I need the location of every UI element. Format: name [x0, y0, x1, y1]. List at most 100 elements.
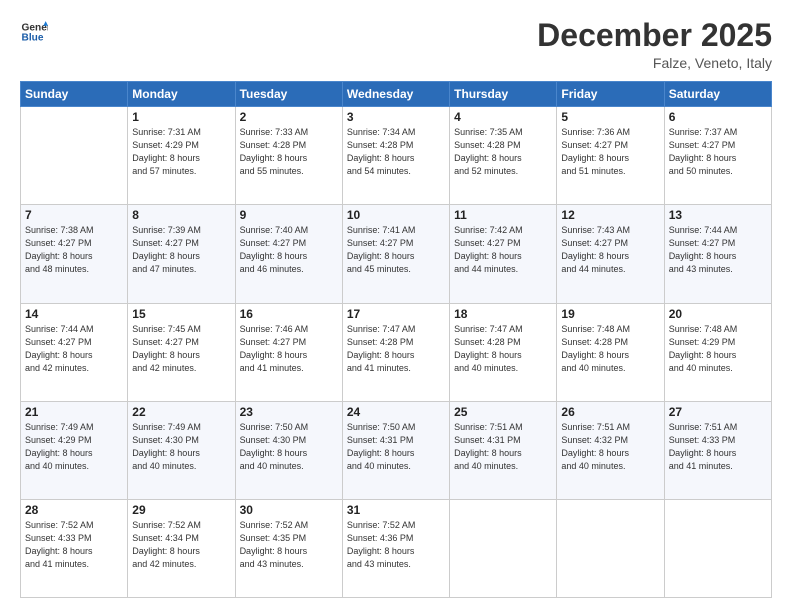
day-info: Sunrise: 7:51 AM Sunset: 4:32 PM Dayligh… [561, 421, 659, 473]
logo: General Blue [20, 18, 48, 46]
day-number: 16 [240, 307, 338, 321]
day-info: Sunrise: 7:38 AM Sunset: 4:27 PM Dayligh… [25, 224, 123, 276]
calendar-cell: 5 Sunrise: 7:36 AM Sunset: 4:27 PM Daylig… [557, 107, 664, 205]
day-number: 8 [132, 208, 230, 222]
calendar-cell: 28 Sunrise: 7:52 AM Sunset: 4:33 PM Dayli… [21, 499, 128, 597]
title-block: December 2025 Falze, Veneto, Italy [537, 18, 772, 71]
week-row-5: 28 Sunrise: 7:52 AM Sunset: 4:33 PM Dayli… [21, 499, 772, 597]
calendar-cell: 15 Sunrise: 7:45 AM Sunset: 4:27 PM Dayli… [128, 303, 235, 401]
day-info: Sunrise: 7:50 AM Sunset: 4:30 PM Dayligh… [240, 421, 338, 473]
day-info: Sunrise: 7:49 AM Sunset: 4:29 PM Dayligh… [25, 421, 123, 473]
day-info: Sunrise: 7:51 AM Sunset: 4:33 PM Dayligh… [669, 421, 767, 473]
day-number: 12 [561, 208, 659, 222]
day-number: 14 [25, 307, 123, 321]
day-number: 18 [454, 307, 552, 321]
calendar-cell: 14 Sunrise: 7:44 AM Sunset: 4:27 PM Dayli… [21, 303, 128, 401]
day-info: Sunrise: 7:50 AM Sunset: 4:31 PM Dayligh… [347, 421, 445, 473]
col-header-thursday: Thursday [450, 82, 557, 107]
day-number: 23 [240, 405, 338, 419]
day-info: Sunrise: 7:31 AM Sunset: 4:29 PM Dayligh… [132, 126, 230, 178]
calendar-cell: 12 Sunrise: 7:43 AM Sunset: 4:27 PM Dayli… [557, 205, 664, 303]
calendar-cell: 24 Sunrise: 7:50 AM Sunset: 4:31 PM Dayli… [342, 401, 449, 499]
day-number: 27 [669, 405, 767, 419]
calendar-cell: 19Sunrise: 7:48 AM Sunset: 4:28 PM Dayli… [557, 303, 664, 401]
col-header-saturday: Saturday [664, 82, 771, 107]
calendar-cell: 13 Sunrise: 7:44 AM Sunset: 4:27 PM Dayli… [664, 205, 771, 303]
calendar-cell [450, 499, 557, 597]
day-info: Sunrise: 7:52 AM Sunset: 4:34 PM Dayligh… [132, 519, 230, 571]
calendar-cell: 16 Sunrise: 7:46 AM Sunset: 4:27 PM Dayli… [235, 303, 342, 401]
calendar-cell: 2 Sunrise: 7:33 AM Sunset: 4:28 PM Daylig… [235, 107, 342, 205]
calendar-cell [557, 499, 664, 597]
day-info: Sunrise: 7:39 AM Sunset: 4:27 PM Dayligh… [132, 224, 230, 276]
calendar-cell: 8 Sunrise: 7:39 AM Sunset: 4:27 PM Daylig… [128, 205, 235, 303]
calendar-cell: 21 Sunrise: 7:49 AM Sunset: 4:29 PM Dayli… [21, 401, 128, 499]
col-header-friday: Friday [557, 82, 664, 107]
calendar-cell: 3 Sunrise: 7:34 AM Sunset: 4:28 PM Daylig… [342, 107, 449, 205]
col-header-monday: Monday [128, 82, 235, 107]
day-number: 19 [561, 307, 659, 321]
day-number: 24 [347, 405, 445, 419]
week-row-1: 1 Sunrise: 7:31 AM Sunset: 4:29 PM Daylig… [21, 107, 772, 205]
day-info: Sunrise: 7:37 AM Sunset: 4:27 PM Dayligh… [669, 126, 767, 178]
calendar-table: SundayMondayTuesdayWednesdayThursdayFrid… [20, 81, 772, 598]
col-header-wednesday: Wednesday [342, 82, 449, 107]
day-number: 5 [561, 110, 659, 124]
day-number: 13 [669, 208, 767, 222]
day-info: Sunrise: 7:42 AM Sunset: 4:27 PM Dayligh… [454, 224, 552, 276]
day-info: Sunrise: 7:47 AM Sunset: 4:28 PM Dayligh… [347, 323, 445, 375]
calendar-cell [664, 499, 771, 597]
day-number: 26 [561, 405, 659, 419]
day-number: 11 [454, 208, 552, 222]
calendar-cell: 17Sunrise: 7:47 AM Sunset: 4:28 PM Dayli… [342, 303, 449, 401]
day-info: Sunrise: 7:36 AM Sunset: 4:27 PM Dayligh… [561, 126, 659, 178]
col-header-tuesday: Tuesday [235, 82, 342, 107]
col-header-sunday: Sunday [21, 82, 128, 107]
day-number: 28 [25, 503, 123, 517]
calendar-cell: 7 Sunrise: 7:38 AM Sunset: 4:27 PM Daylig… [21, 205, 128, 303]
day-info: Sunrise: 7:34 AM Sunset: 4:28 PM Dayligh… [347, 126, 445, 178]
calendar-cell: 30 Sunrise: 7:52 AM Sunset: 4:35 PM Dayli… [235, 499, 342, 597]
calendar-cell [21, 107, 128, 205]
calendar-cell: 20Sunrise: 7:48 AM Sunset: 4:29 PM Dayli… [664, 303, 771, 401]
calendar-cell: 6Sunrise: 7:37 AM Sunset: 4:27 PM Daylig… [664, 107, 771, 205]
day-number: 30 [240, 503, 338, 517]
calendar-cell: 1 Sunrise: 7:31 AM Sunset: 4:29 PM Daylig… [128, 107, 235, 205]
day-info: Sunrise: 7:45 AM Sunset: 4:27 PM Dayligh… [132, 323, 230, 375]
logo-icon: General Blue [20, 18, 48, 46]
day-info: Sunrise: 7:51 AM Sunset: 4:31 PM Dayligh… [454, 421, 552, 473]
month-title: December 2025 [537, 18, 772, 53]
day-number: 1 [132, 110, 230, 124]
calendar-cell: 4 Sunrise: 7:35 AM Sunset: 4:28 PM Daylig… [450, 107, 557, 205]
day-info: Sunrise: 7:44 AM Sunset: 4:27 PM Dayligh… [25, 323, 123, 375]
day-number: 10 [347, 208, 445, 222]
calendar-cell: 18Sunrise: 7:47 AM Sunset: 4:28 PM Dayli… [450, 303, 557, 401]
day-number: 7 [25, 208, 123, 222]
day-number: 22 [132, 405, 230, 419]
calendar-cell: 25 Sunrise: 7:51 AM Sunset: 4:31 PM Dayli… [450, 401, 557, 499]
day-info: Sunrise: 7:46 AM Sunset: 4:27 PM Dayligh… [240, 323, 338, 375]
day-info: Sunrise: 7:52 AM Sunset: 4:36 PM Dayligh… [347, 519, 445, 571]
week-row-4: 21 Sunrise: 7:49 AM Sunset: 4:29 PM Dayli… [21, 401, 772, 499]
day-info: Sunrise: 7:35 AM Sunset: 4:28 PM Dayligh… [454, 126, 552, 178]
day-info: Sunrise: 7:33 AM Sunset: 4:28 PM Dayligh… [240, 126, 338, 178]
day-number: 4 [454, 110, 552, 124]
day-number: 25 [454, 405, 552, 419]
day-info: Sunrise: 7:44 AM Sunset: 4:27 PM Dayligh… [669, 224, 767, 276]
week-row-2: 7 Sunrise: 7:38 AM Sunset: 4:27 PM Daylig… [21, 205, 772, 303]
day-number: 2 [240, 110, 338, 124]
day-info: Sunrise: 7:52 AM Sunset: 4:33 PM Dayligh… [25, 519, 123, 571]
day-number: 21 [25, 405, 123, 419]
day-number: 3 [347, 110, 445, 124]
day-info: Sunrise: 7:43 AM Sunset: 4:27 PM Dayligh… [561, 224, 659, 276]
day-number: 15 [132, 307, 230, 321]
calendar-cell: 22 Sunrise: 7:49 AM Sunset: 4:30 PM Dayli… [128, 401, 235, 499]
day-info: Sunrise: 7:49 AM Sunset: 4:30 PM Dayligh… [132, 421, 230, 473]
calendar-cell: 27 Sunrise: 7:51 AM Sunset: 4:33 PM Dayli… [664, 401, 771, 499]
calendar-cell: 9Sunrise: 7:40 AM Sunset: 4:27 PM Daylig… [235, 205, 342, 303]
day-info: Sunrise: 7:52 AM Sunset: 4:35 PM Dayligh… [240, 519, 338, 571]
day-info: Sunrise: 7:48 AM Sunset: 4:29 PM Dayligh… [669, 323, 767, 375]
day-number: 29 [132, 503, 230, 517]
calendar-cell: 11 Sunrise: 7:42 AM Sunset: 4:27 PM Dayli… [450, 205, 557, 303]
day-info: Sunrise: 7:41 AM Sunset: 4:27 PM Dayligh… [347, 224, 445, 276]
